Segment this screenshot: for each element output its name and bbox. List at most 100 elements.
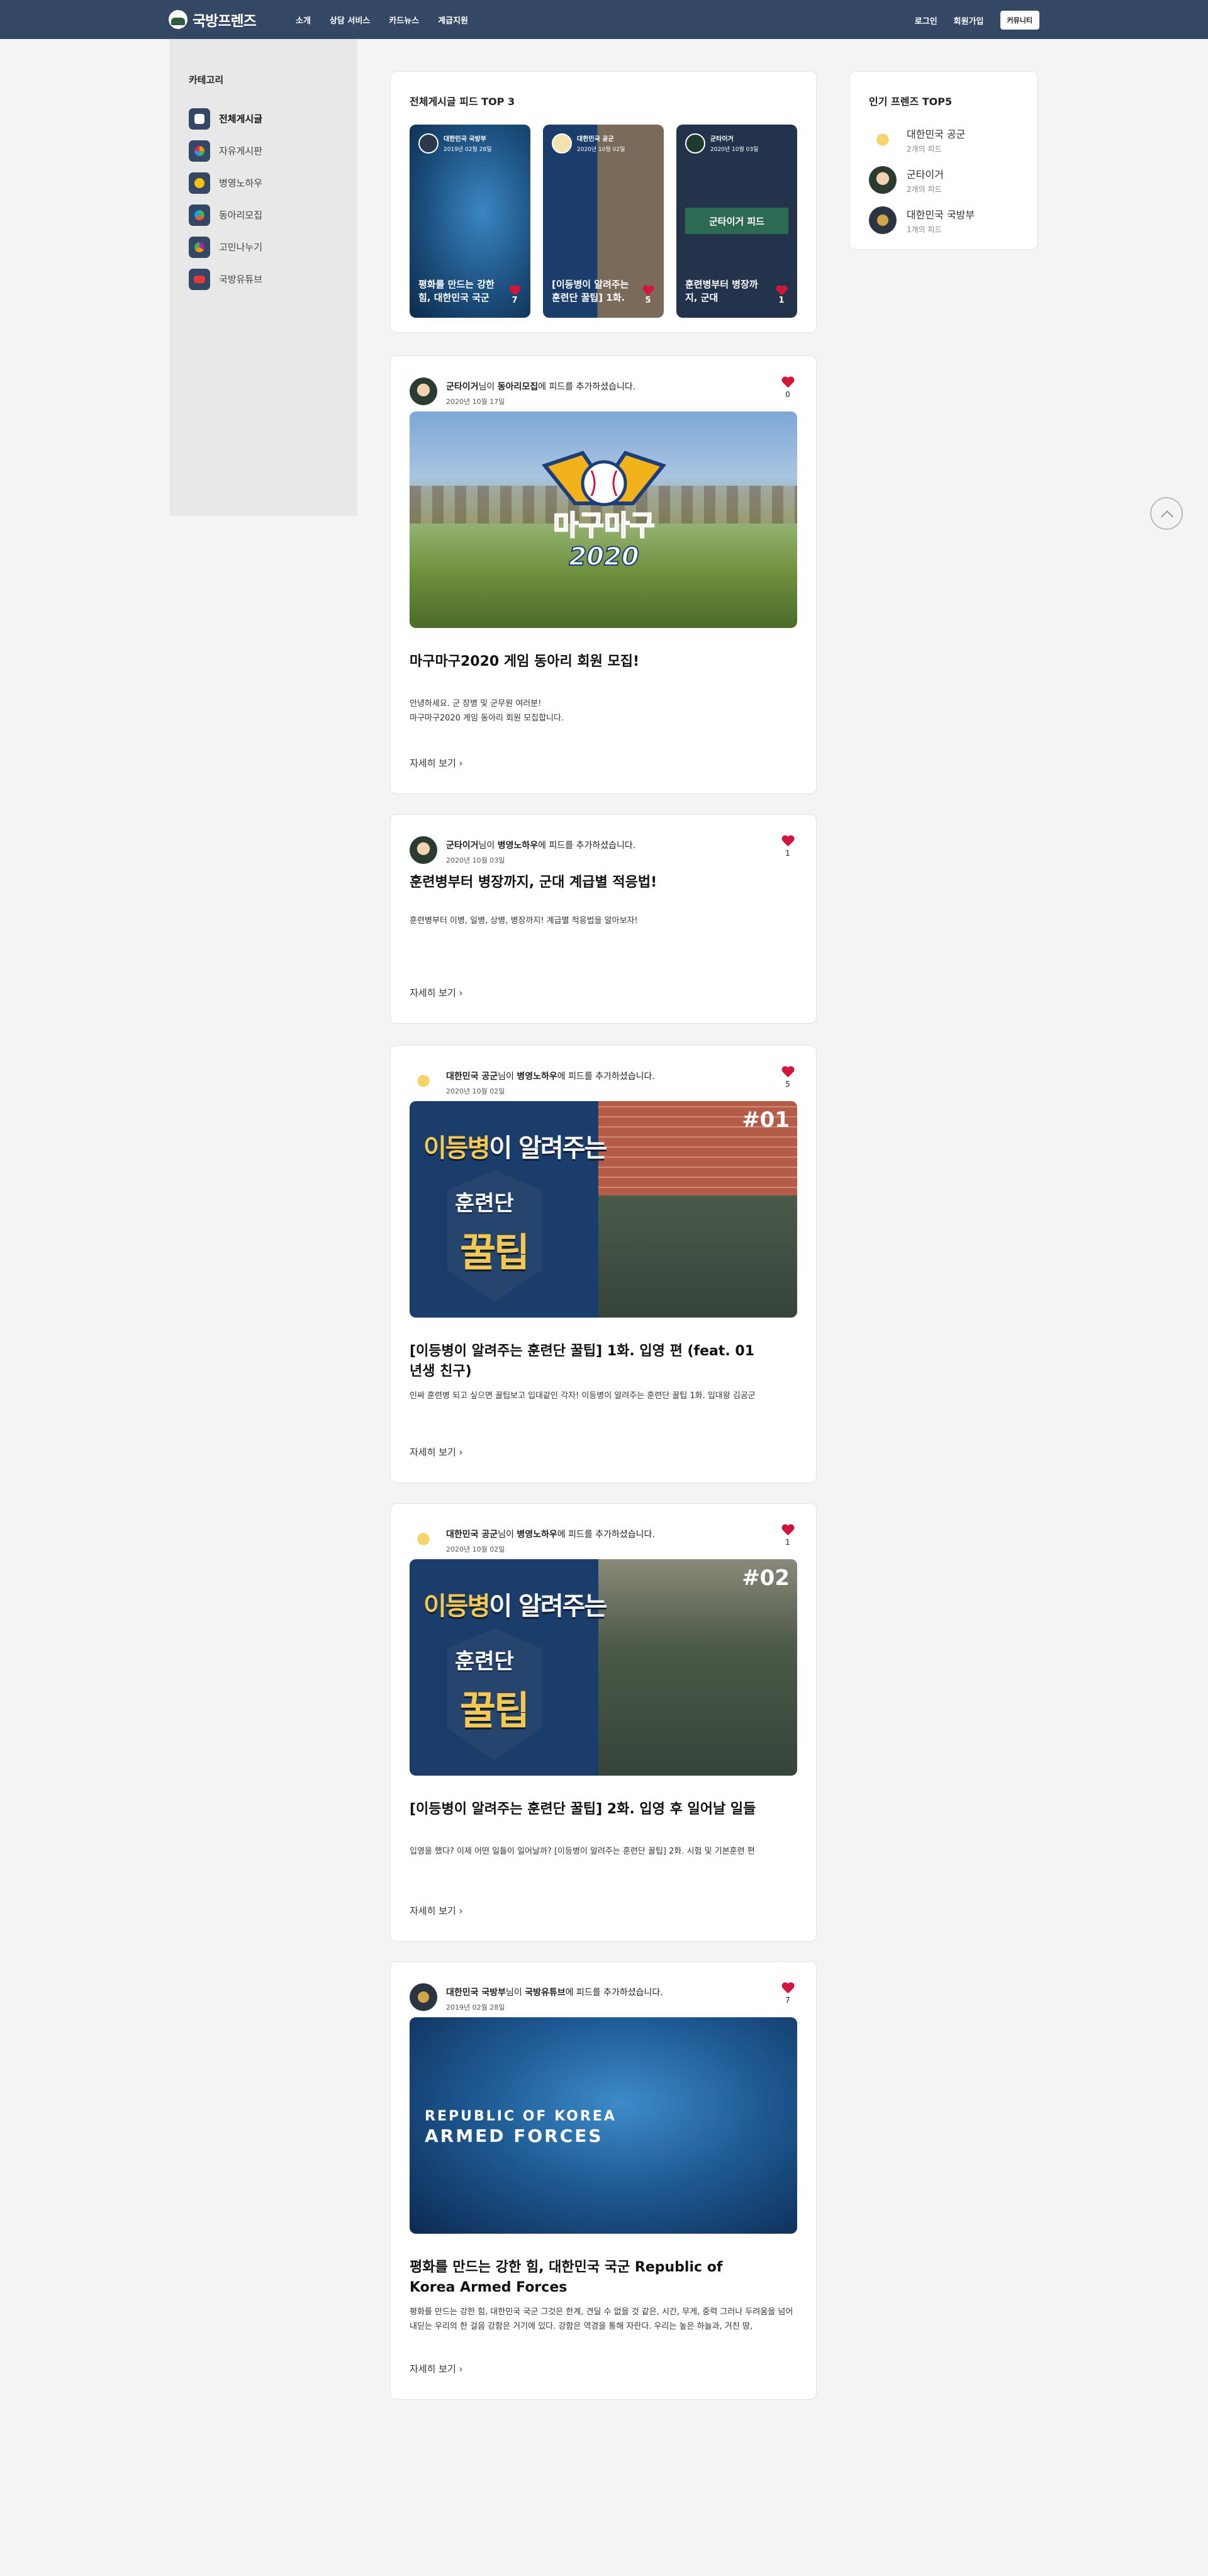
feed-title[interactable]: [이등병이 알려주는 훈련단 꿀팁] 1화. 입영 편 (feat. 01년생 …: [410, 1341, 762, 1382]
nav-item-cardnews[interactable]: 카드뉴스: [389, 14, 419, 26]
image-tip-label: 꿀팁: [460, 1688, 530, 1733]
feed-title[interactable]: 평화를 만드는 강한 힘, 대한민국 국군 Republic of Korea …: [410, 2258, 762, 2298]
signup-link[interactable]: 회원가입: [954, 14, 984, 26]
category-label: 동아리모집: [219, 210, 263, 221]
heart-icon: [781, 1525, 794, 1536]
nav-item-counseling[interactable]: 상담 서비스: [330, 14, 370, 26]
top3-title: 전체게시글 피드 TOP 3: [410, 96, 515, 108]
category-label: 국방유튜브: [219, 274, 263, 285]
top3-feed-card: 전체게시글 피드 TOP 3 대한민국 국방부 2019년 02월 28일 평화를…: [390, 71, 817, 333]
club-icon: [189, 204, 210, 226]
avatar: [410, 1983, 437, 2011]
image-heading: 이등병이 알려주는: [423, 1134, 607, 1163]
heart-icon: [776, 286, 787, 296]
avatar: [410, 836, 437, 864]
top3-tile[interactable]: 대한민국 공군 2020년 10월 02일 [이등병이 알려주는 훈련단 꿀팁] …: [543, 125, 664, 318]
top-navigation-bar: 국방프렌즈 소개 상담 서비스 카드뉴스 계급지원 로그인 회원가입 커뮤니티: [0, 0, 1208, 39]
community-button[interactable]: 커뮤니티: [1000, 11, 1039, 30]
feed-card: 대한민국 공군님이 병영노하우에 피드를 추가하셨습니다. 2020년 10월 …: [390, 1045, 817, 1483]
tile-likes: 7: [509, 286, 520, 305]
feed-card: 군타이거님이 병영노하우에 피드를 추가하셨습니다. 2020년 10월 03일…: [390, 814, 817, 1024]
category-item-free-board[interactable]: 자유게시판: [189, 135, 338, 167]
feed-card: 대한민국 공군님이 병영노하우에 피드를 추가하셨습니다. 2020년 10월 …: [390, 1503, 817, 1942]
feed-card: 대한민국 국방부님이 국방유튜브에 피드를 추가하셨습니다. 2019년 02월…: [390, 1961, 817, 2400]
image-subheading: 훈련단: [455, 1191, 514, 1216]
avatar: [869, 166, 897, 194]
like-count: 7: [785, 1996, 790, 2005]
heart-icon: [781, 836, 794, 847]
feed-title[interactable]: 훈련병부터 병장까지, 군대 계급별 적응법!: [410, 873, 797, 893]
like-button[interactable]: 0: [782, 378, 793, 399]
popular-item[interactable]: 군타이거 2개의 피드: [869, 160, 1019, 200]
feed-body: 입영을 했다? 이제 어떤 일들이 일어날까? [이등병이 알려주는 훈련단 꿀…: [410, 1846, 755, 1856]
login-link[interactable]: 로그인: [915, 14, 937, 26]
feed-activity: 대한민국 공군님이 병영노하우에 피드를 추가하셨습니다.: [446, 1072, 655, 1082]
like-count: 1: [785, 1538, 790, 1547]
brand-mark-icon: [169, 10, 187, 29]
like-button[interactable]: 7: [782, 1983, 793, 2005]
heart-icon: [781, 1983, 794, 1994]
nav-item-rank-support[interactable]: 계급지원: [438, 14, 468, 26]
category-item-share-worries[interactable]: 고민나누기: [189, 231, 338, 263]
like-count: 7: [512, 296, 518, 305]
read-more-link[interactable]: 자세히 보기 ›: [410, 986, 463, 999]
read-more-link[interactable]: 자세히 보기 ›: [410, 1445, 463, 1459]
feed-activity: 군타이거님이 동아리모집에 피드를 추가하셨습니다.: [446, 382, 636, 392]
tile-date: 2019년 02월 28일: [444, 147, 492, 153]
read-more-link[interactable]: 자세히 보기 ›: [410, 2362, 463, 2375]
popular-item[interactable]: 대한민국 국방부 1개의 피드: [869, 200, 1019, 240]
tile-author: 대한민국 공군: [577, 136, 614, 143]
popular-name: 대한민국 국방부: [907, 208, 975, 221]
tile-likes: 1: [776, 286, 787, 305]
avatar: [869, 206, 897, 234]
like-button[interactable]: 1: [782, 836, 793, 858]
feed-activity: 대한민국 국방부님이 국방유튜브에 피드를 추가하셨습니다.: [446, 1988, 663, 1998]
heart-icon: [642, 286, 654, 296]
free-board-icon: [189, 140, 210, 162]
avatar: [410, 1525, 437, 1553]
baseball-game-logo: 마구마구 2020: [541, 451, 667, 572]
episode-number: #02: [742, 1565, 790, 1591]
svg-text:2020: 2020: [569, 542, 639, 571]
heart-icon: [781, 377, 794, 388]
scroll-to-top-button[interactable]: [1150, 497, 1183, 530]
popular-title: 인기 프렌즈 TOP5: [869, 96, 953, 108]
heart-icon: [509, 286, 520, 296]
category-item-club[interactable]: 동아리모집: [189, 199, 338, 231]
like-button[interactable]: 1: [782, 1525, 793, 1547]
category-item-youtube[interactable]: 국방유튜브: [189, 263, 338, 295]
tile-likes: 5: [642, 286, 654, 305]
like-button[interactable]: 5: [782, 1067, 793, 1089]
feed-image[interactable]: 이등병이 알려주는 훈련단 꿀팁 #01: [410, 1101, 797, 1318]
feed-title[interactable]: 마구마구2020 게임 동아리 회원 모집!: [410, 652, 797, 672]
image-subheading: 훈련단: [455, 1649, 514, 1674]
feed-image[interactable]: 이등병이 알려주는 훈련단 꿀팁 #02: [410, 1559, 797, 1776]
feed-activity: 대한민국 공군님이 병영노하우에 피드를 추가하셨습니다.: [446, 1530, 655, 1540]
category-item-all[interactable]: 전체게시글: [189, 103, 338, 135]
like-count: 0: [785, 390, 790, 399]
popular-count: 2개의 피드: [907, 184, 942, 194]
tile-title: 평화를 만드는 강한 힘, 대한민국 국군: [418, 278, 495, 304]
top3-tile[interactable]: 대한민국 국방부 2019년 02월 28일 평화를 만드는 강한 힘, 대한민국…: [410, 125, 530, 318]
feed-image[interactable]: 마구마구 2020: [410, 412, 797, 628]
tile-date: 2020년 10월 03일: [710, 147, 759, 153]
like-count: 5: [785, 1080, 790, 1089]
feed-activity: 군타이거님이 병영노하우에 피드를 추가하셨습니다.: [446, 841, 636, 851]
heart-icon: [781, 1067, 794, 1078]
share-icon: [189, 236, 210, 258]
like-count: 5: [645, 296, 651, 305]
read-more-link[interactable]: 자세히 보기 ›: [410, 756, 463, 770]
feed-image[interactable]: REPUBLIC OF KOREA ARMED FORCES: [410, 2017, 797, 2234]
top3-tile[interactable]: 군타이거 2020년 10월 03일 군타이거 피드 훈련병부터 병장까지, 군대…: [676, 125, 797, 318]
category-label: 전체게시글: [219, 113, 263, 125]
brand-logo[interactable]: 국방프렌즈: [169, 9, 257, 30]
feed-title[interactable]: [이등병이 알려주는 훈련단 꿀팁] 2화. 입영 후 일어날 일들: [410, 1800, 797, 1820]
popular-item[interactable]: 대한민국 공군 2개의 피드: [869, 120, 1019, 160]
avatar: [418, 133, 439, 154]
category-item-military-tips[interactable]: 병영노하우: [189, 167, 338, 199]
feed-date: 2020년 10월 03일: [446, 856, 505, 865]
nav-item-intro[interactable]: 소개: [296, 14, 311, 26]
main-nav: 소개 상담 서비스 카드뉴스 계급지원: [296, 14, 468, 26]
avatar: [552, 133, 572, 154]
read-more-link[interactable]: 자세히 보기 ›: [410, 1904, 463, 1917]
